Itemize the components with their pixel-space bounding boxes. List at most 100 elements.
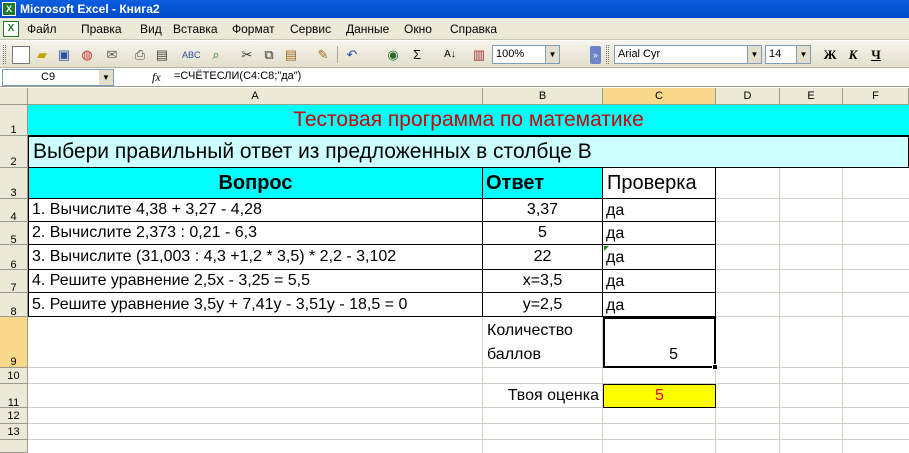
- row-header-11[interactable]: 11: [0, 384, 28, 409]
- grade-label: Твоя оценка: [507, 387, 599, 404]
- menu-insert[interactable]: Вставка: [173, 22, 218, 36]
- research-icon[interactable]: ⌕: [207, 46, 225, 64]
- chevron-down-icon[interactable]: ▼: [747, 46, 761, 63]
- bold-button[interactable]: Ж: [820, 46, 840, 64]
- autosum-icon[interactable]: Σ: [408, 46, 426, 64]
- fill-handle[interactable]: [712, 364, 718, 370]
- row-header-3[interactable]: 3: [0, 168, 28, 199]
- zoom-select[interactable]: 100% ▼: [492, 45, 560, 64]
- header-question[interactable]: Вопрос: [28, 168, 483, 199]
- answer-cell[interactable]: 22: [483, 245, 603, 270]
- header-check[interactable]: Проверка: [603, 168, 716, 199]
- print-preview-icon[interactable]: ▤: [153, 46, 171, 64]
- chevron-down-icon[interactable]: ▼: [545, 46, 559, 63]
- row-header-10[interactable]: 10: [0, 368, 28, 384]
- menu-window[interactable]: Окно: [404, 22, 432, 36]
- row-header-5[interactable]: 5: [0, 222, 28, 246]
- undo-icon[interactable]: ↶: [343, 46, 361, 64]
- check-cell[interactable]: да: [603, 270, 716, 293]
- gridline: [28, 407, 909, 408]
- formula-input[interactable]: =СЧЁТЕСЛИ(C4:C8;"да"): [174, 70, 301, 82]
- font-name-select[interactable]: Arial Cyr ▼: [614, 45, 762, 64]
- column-header-d[interactable]: D: [716, 88, 780, 105]
- save-icon[interactable]: ▣: [55, 46, 73, 64]
- menu-data[interactable]: Данные: [346, 22, 389, 36]
- new-icon[interactable]: [12, 46, 30, 64]
- column-header-b[interactable]: B: [483, 88, 603, 105]
- check-cell[interactable]: да: [603, 222, 716, 245]
- question-cell[interactable]: 1. Вычислите 4,38 + 3,27 - 4,28: [28, 199, 483, 222]
- toolbar-grip[interactable]: [3, 45, 6, 64]
- hyperlink-icon[interactable]: ◉: [384, 46, 402, 64]
- answer-cell[interactable]: 3,37: [483, 199, 603, 222]
- menu-bar: X Файл Правка Вид Вставка Формат Сервис …: [0, 18, 909, 40]
- row-header-13[interactable]: 13: [0, 424, 28, 440]
- grade-value[interactable]: 5: [603, 384, 716, 408]
- instruction-cell[interactable]: Выбери правильный ответ из предложенных …: [28, 136, 909, 168]
- toolbar-grip[interactable]: [606, 45, 609, 64]
- answer-cell[interactable]: 5: [483, 222, 603, 245]
- row-header-1[interactable]: 1: [0, 105, 28, 136]
- column-header-a[interactable]: A: [28, 88, 483, 105]
- row-header-8[interactable]: 8: [0, 293, 28, 318]
- answer-cell[interactable]: у=2,5: [483, 293, 603, 317]
- check-cell[interactable]: да: [603, 293, 716, 317]
- chevron-down-icon[interactable]: ▼: [99, 70, 113, 85]
- gridline: [28, 383, 909, 384]
- zoom-value: 100%: [496, 48, 525, 60]
- row-header-9[interactable]: 9: [0, 317, 28, 368]
- font-size-value: 14: [769, 48, 782, 60]
- row-header-7[interactable]: 7: [0, 270, 28, 294]
- row-header-6[interactable]: 6: [0, 245, 28, 271]
- chevron-down-icon[interactable]: ▼: [796, 46, 810, 63]
- menu-help[interactable]: Справка: [450, 22, 497, 36]
- menu-tools[interactable]: Сервис: [290, 22, 331, 36]
- column-header-e[interactable]: E: [780, 88, 843, 105]
- name-box[interactable]: C9 ▼: [2, 69, 114, 86]
- check-cell[interactable]: да: [603, 199, 716, 222]
- permission-icon[interactable]: ◍: [78, 46, 96, 64]
- cut-icon[interactable]: ✂: [238, 46, 256, 64]
- formula-bar: C9 ▼ fx =СЧЁТЕСЛИ(C4:C8;"да"): [0, 68, 909, 87]
- header-answer[interactable]: Ответ: [483, 168, 603, 199]
- row-header-12[interactable]: 12: [0, 408, 28, 424]
- workbook-icon[interactable]: X: [3, 21, 19, 37]
- check-cell[interactable]: да: [603, 245, 716, 270]
- print-icon[interactable]: ⎙: [131, 46, 149, 64]
- question-cell[interactable]: 5. Решите уравнение 3,5у + 7,41у - 3,51у…: [28, 293, 483, 317]
- sheet-title[interactable]: Тестовая программа по математике: [28, 105, 909, 136]
- menu-view[interactable]: Вид: [140, 22, 162, 36]
- chart-wizard-icon[interactable]: ▥: [470, 46, 488, 64]
- column-header-f[interactable]: F: [843, 88, 909, 105]
- question-cell[interactable]: 4. Решите уравнение 2,5х - 3,25 = 5,5: [28, 270, 483, 293]
- selected-cell-c9[interactable]: 5: [603, 317, 716, 368]
- row-header-2[interactable]: 2: [0, 136, 28, 168]
- select-all-corner[interactable]: [0, 88, 28, 105]
- excel-app-icon: X: [2, 2, 16, 16]
- toolbar-options-icon[interactable]: »: [590, 46, 601, 64]
- row-header-14[interactable]: [0, 440, 28, 453]
- title-bar: X Microsoft Excel - Книга2: [0, 0, 909, 18]
- email-icon[interactable]: ✉: [103, 46, 121, 64]
- font-size-select[interactable]: 14 ▼: [765, 45, 811, 64]
- format-painter-icon[interactable]: ✎: [314, 46, 332, 64]
- question-cell[interactable]: 3. Вычислите (31,003 : 4,3 +1,2 * 3,5) *…: [28, 245, 483, 270]
- gridline: [28, 423, 909, 424]
- italic-button[interactable]: К: [843, 46, 863, 64]
- spelling-icon[interactable]: ABC: [182, 46, 201, 64]
- count-label-line-1: Количество: [487, 322, 573, 339]
- menu-edit[interactable]: Правка: [81, 22, 122, 36]
- column-header-c[interactable]: C: [603, 88, 716, 105]
- menu-file[interactable]: Файл: [27, 22, 57, 36]
- menu-format[interactable]: Формат: [232, 22, 275, 36]
- answer-cell[interactable]: х=3,5: [483, 270, 603, 293]
- insert-function-icon[interactable]: fx: [152, 70, 161, 85]
- comment-indicator-icon: [604, 246, 609, 251]
- copy-icon[interactable]: ⧉: [260, 46, 278, 64]
- paste-icon[interactable]: ▤: [282, 46, 300, 64]
- sort-ascending-icon[interactable]: А↓: [441, 46, 459, 64]
- underline-button[interactable]: Ч: [866, 46, 886, 64]
- question-cell[interactable]: 2. Вычислите 2,373 : 0,21 - 6,3: [28, 222, 483, 245]
- row-header-4[interactable]: 4: [0, 199, 28, 223]
- open-icon[interactable]: ▰: [33, 46, 51, 64]
